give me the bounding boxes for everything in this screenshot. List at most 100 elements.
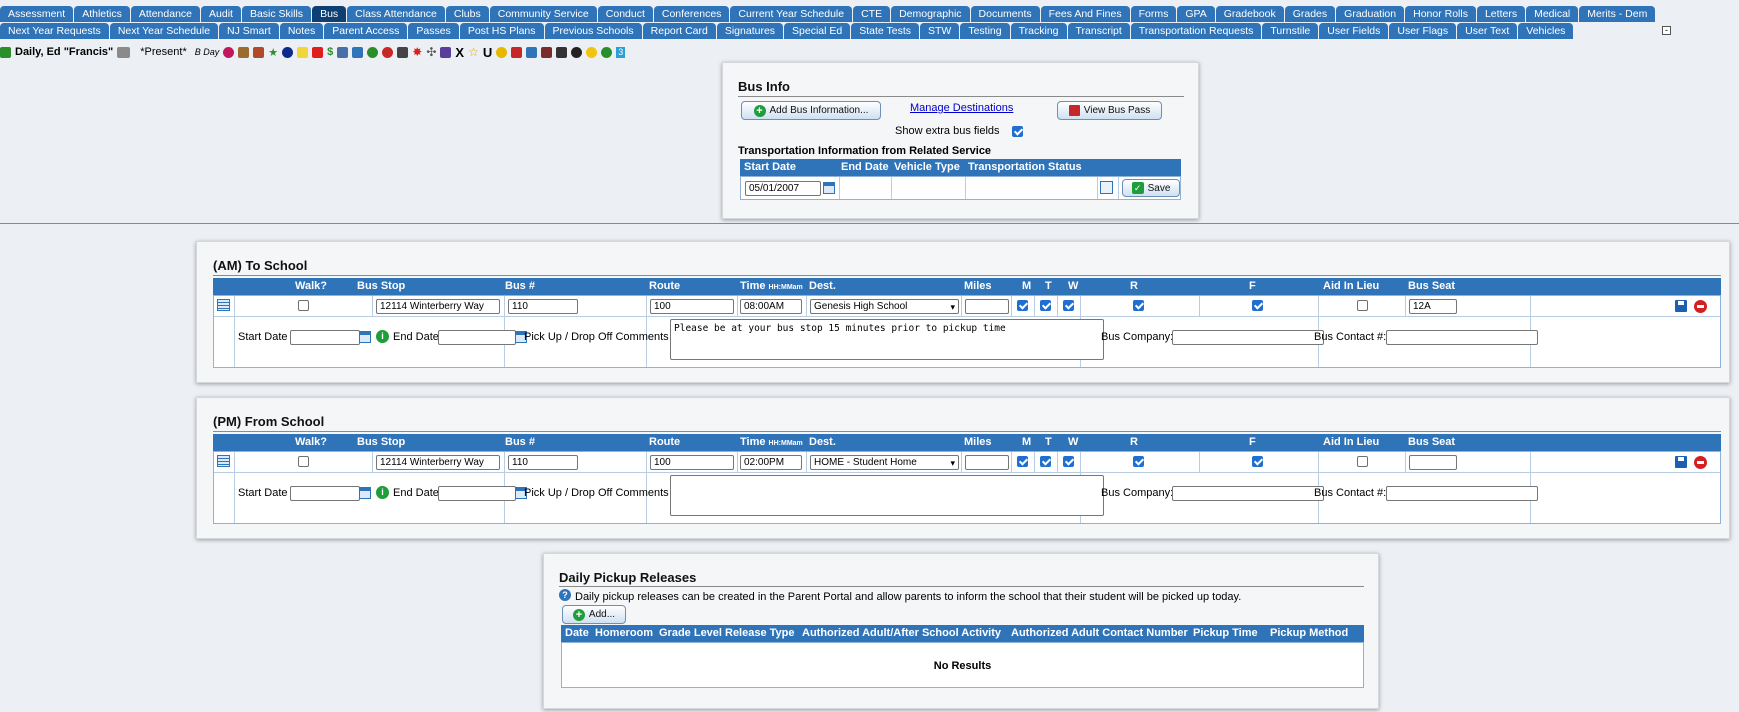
calendar-icon[interactable] <box>359 487 371 499</box>
tab-transcript[interactable]: Transcript <box>1067 23 1130 39</box>
tab-community-service[interactable]: Community Service <box>489 6 597 22</box>
thursday-checkbox[interactable] <box>1133 456 1144 467</box>
am-end-date-input[interactable] <box>438 330 516 345</box>
tab-next-year-schedule[interactable]: Next Year Schedule <box>109 23 219 39</box>
save-icon[interactable] <box>1675 456 1687 468</box>
note-icon[interactable] <box>297 46 309 58</box>
view-bus-pass-button[interactable]: View Bus Pass <box>1057 101 1162 120</box>
bus-number-input[interactable]: 110 <box>508 455 578 470</box>
dollar-icon[interactable]: $ <box>327 46 333 58</box>
star-outline-icon[interactable]: ☆ <box>468 45 479 59</box>
tab-attendance[interactable]: Attendance <box>130 6 201 22</box>
bag-icon[interactable] <box>440 46 452 58</box>
route-input[interactable]: 100 <box>650 299 734 314</box>
bus-stop-input[interactable]: 12114 Winterberry Way <box>376 299 500 314</box>
route-input[interactable]: 100 <box>650 455 734 470</box>
delete-icon[interactable] <box>1694 456 1707 469</box>
smiley-icon[interactable] <box>496 46 508 58</box>
thursday-checkbox[interactable] <box>1133 300 1144 311</box>
tab-parent-access[interactable]: Parent Access <box>324 23 408 39</box>
tab-demographic[interactable]: Demographic <box>891 6 970 22</box>
comments-textarea[interactable]: Please be at your bus stop 15 minutes pr… <box>670 319 1104 360</box>
tab-post-hs-plans[interactable]: Post HS Plans <box>459 23 544 39</box>
tab-letters[interactable]: Letters <box>1476 6 1526 22</box>
tab-stw[interactable]: STW <box>920 23 960 39</box>
tab-audit[interactable]: Audit <box>201 6 241 22</box>
bus-contact-input[interactable] <box>1386 486 1538 501</box>
tab-tracking[interactable]: Tracking <box>1010 23 1067 39</box>
tab-cte[interactable]: CTE <box>853 6 891 22</box>
monday-checkbox[interactable] <box>1017 300 1028 311</box>
monday-checkbox[interactable] <box>1017 456 1028 467</box>
aid-in-lieu-checkbox[interactable] <box>1357 456 1368 467</box>
miles-input[interactable] <box>965 455 1009 470</box>
tab-vehicles[interactable]: Vehicles <box>1518 23 1574 39</box>
comments-textarea[interactable] <box>670 475 1104 516</box>
tab-current-year-schedule[interactable]: Current Year Schedule <box>730 6 853 22</box>
tab-graduation[interactable]: Graduation <box>1336 6 1405 22</box>
tab-bus[interactable]: Bus <box>312 6 347 22</box>
bus-contact-input[interactable] <box>1386 330 1538 345</box>
calendar-icon[interactable] <box>823 182 835 194</box>
runner-icon[interactable] <box>397 46 409 58</box>
add-bus-info-button[interactable]: + Add Bus Information... <box>741 101 881 120</box>
u-icon[interactable]: U <box>483 45 492 60</box>
tab-assessment[interactable]: Assessment <box>0 6 74 22</box>
tab-medical[interactable]: Medical <box>1526 6 1579 22</box>
tab-clubs[interactable]: Clubs <box>445 6 489 22</box>
bus-seat-input[interactable]: 12A <box>1409 299 1457 314</box>
tab-turnstile[interactable]: Turnstile <box>1262 23 1319 39</box>
pm-start-date-input[interactable] <box>290 486 360 501</box>
tuesday-checkbox[interactable] <box>1040 300 1051 311</box>
tab-testing[interactable]: Testing <box>960 23 1010 39</box>
pm-end-date-input[interactable] <box>438 486 516 501</box>
car-icon[interactable] <box>541 46 553 58</box>
tuesday-checkbox[interactable] <box>1040 456 1051 467</box>
tab-next-year-requests[interactable]: Next Year Requests <box>0 23 109 39</box>
miles-input[interactable] <box>965 299 1009 314</box>
tab-nj-smart[interactable]: NJ Smart <box>219 23 279 39</box>
tab-basic-skills[interactable]: Basic Skills <box>241 6 312 22</box>
delete-icon[interactable] <box>1694 300 1707 313</box>
help-icon[interactable]: ? <box>559 589 571 601</box>
destination-select[interactable]: Genesis High School ▾ <box>810 299 959 314</box>
calendar-icon[interactable] <box>359 331 371 343</box>
extra-fields-checkbox[interactable] <box>1012 126 1023 137</box>
manage-destinations-link[interactable]: Manage Destinations <box>910 102 1013 114</box>
tab-forms[interactable]: Forms <box>1130 6 1177 22</box>
eye-icon[interactable] <box>556 46 568 58</box>
am-start-date-input[interactable] <box>290 330 360 345</box>
bus-stop-input[interactable]: 12114 Winterberry Way <box>376 455 500 470</box>
bus-icon[interactable] <box>253 46 265 58</box>
cube-icon[interactable] <box>352 46 364 58</box>
aid-in-lieu-checkbox[interactable] <box>1357 300 1368 311</box>
tab-user-text[interactable]: User Text <box>1457 23 1518 39</box>
row-details-icon[interactable] <box>217 299 230 311</box>
palette-icon[interactable] <box>526 46 538 58</box>
tab-special-ed[interactable]: Special Ed <box>784 23 851 39</box>
check-circle-icon[interactable] <box>601 46 613 58</box>
tab-gpa[interactable]: GPA <box>1177 6 1215 22</box>
x-icon[interactable]: X <box>455 45 464 60</box>
circle-icon[interactable] <box>586 46 598 58</box>
gear-icon[interactable]: ✣ <box>426 45 436 59</box>
tab-report-card[interactable]: Report Card <box>642 23 716 39</box>
star-icon[interactable]: ★ <box>268 46 278 59</box>
tab-documents[interactable]: Documents <box>970 6 1040 22</box>
tab-grades[interactable]: Grades <box>1284 6 1336 22</box>
save-icon[interactable] <box>1675 300 1687 312</box>
start-date-input[interactable]: 05/01/2007 <box>745 181 821 196</box>
medical-cross-icon[interactable] <box>312 46 324 58</box>
friday-checkbox[interactable] <box>1252 300 1263 311</box>
bus-number-input[interactable]: 110 <box>508 299 578 314</box>
time-input[interactable]: 02:00PM <box>740 455 802 470</box>
collapse-tabs-icon[interactable]: - <box>1662 26 1671 35</box>
tab-state-tests[interactable]: State Tests <box>851 23 920 39</box>
tab-notes[interactable]: Notes <box>279 23 324 39</box>
tab-conferences[interactable]: Conferences <box>653 6 730 22</box>
no-icon[interactable] <box>382 46 394 58</box>
book-icon[interactable] <box>238 46 250 58</box>
tab-signatures[interactable]: Signatures <box>716 23 784 39</box>
tab-user-fields[interactable]: User Fields <box>1319 23 1389 39</box>
destination-select[interactable]: HOME - Student Home ▾ <box>810 455 959 470</box>
